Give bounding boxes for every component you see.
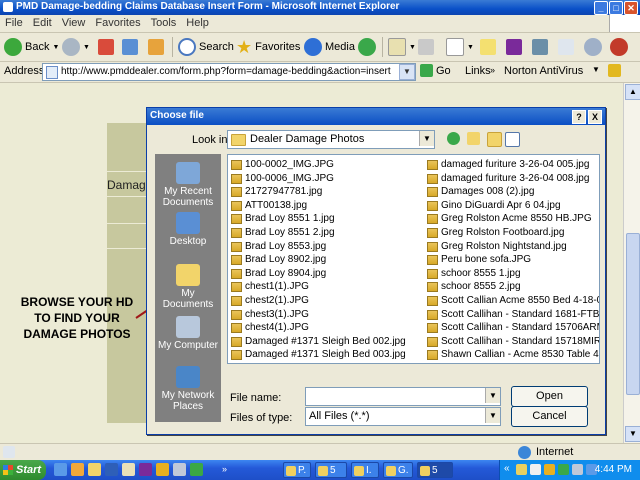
up-folder-icon[interactable] bbox=[467, 132, 480, 145]
back-folder-icon[interactable] bbox=[447, 132, 460, 145]
taskbar-item-5[interactable]: 5 bbox=[417, 462, 453, 478]
ie-quicklaunch-icon[interactable] bbox=[54, 463, 67, 476]
taskbar-item-4[interactable]: G. bbox=[383, 462, 413, 478]
file-item[interactable]: 100-0002_IMG.JPG bbox=[231, 158, 406, 172]
dialog-close-button[interactable]: X bbox=[588, 110, 602, 124]
place-desktop[interactable]: Desktop bbox=[155, 212, 221, 247]
page-status-icon bbox=[3, 446, 15, 458]
tray-icon-3[interactable] bbox=[544, 464, 555, 475]
my-documents-icon bbox=[176, 264, 200, 286]
file-item[interactable]: Brad Loy 8904.jpg bbox=[231, 267, 406, 281]
place-my-network-places[interactable]: My Network Places bbox=[155, 366, 221, 412]
file-item[interactable]: schoor 8555 2.jpg bbox=[427, 280, 599, 294]
file-item[interactable]: Scott Callian Acme 8550 Bed 4-18-04. bbox=[427, 294, 599, 308]
taskbar-item-1[interactable]: P. bbox=[283, 462, 311, 478]
file-item[interactable]: 100-0006_IMG.JPG bbox=[231, 172, 406, 186]
file-type-dropdown-button[interactable]: ▼ bbox=[485, 408, 500, 423]
taskbar-item-2[interactable]: 5 bbox=[315, 462, 347, 478]
mail-quicklaunch-icon[interactable] bbox=[122, 463, 135, 476]
quick-launch bbox=[54, 463, 203, 476]
file-item[interactable]: Scott Callihan - Standard 15718MIRR bbox=[427, 335, 599, 349]
open-button[interactable]: Open bbox=[511, 386, 588, 407]
file-name-label: File name: bbox=[230, 392, 282, 404]
file-item[interactable]: Greg Rolston Footboard.jpg bbox=[427, 226, 599, 240]
outlook-quicklaunch-icon[interactable] bbox=[71, 463, 84, 476]
zone-label: Internet bbox=[536, 446, 574, 458]
taskbar: Start » P. 5 I. G. 5 « 4:44 PM bbox=[0, 460, 640, 480]
help-button[interactable]: ? bbox=[572, 110, 586, 124]
file-item[interactable]: ATT00138.jpg bbox=[231, 199, 406, 213]
file-item[interactable]: damaged furiture 3-26-04 005.jpg bbox=[427, 158, 599, 172]
network-places-icon bbox=[176, 366, 200, 388]
tray-icon-5[interactable] bbox=[572, 464, 583, 475]
file-item[interactable]: damaged furiture 3-26-04 008.jpg bbox=[427, 172, 599, 186]
status-bar: Internet bbox=[0, 443, 640, 461]
folder-icon bbox=[231, 134, 246, 146]
file-item[interactable]: Scott Callihan - Standard 1681-FTBD. bbox=[427, 308, 599, 322]
look-in-label: Look in: bbox=[192, 134, 231, 146]
places-bar: My Recent Documents Desktop My Documents… bbox=[155, 154, 221, 422]
file-item[interactable]: Brad Loy 8902.jpg bbox=[231, 253, 406, 267]
messenger-quicklaunch-icon[interactable] bbox=[156, 463, 169, 476]
desktop-quicklaunch-icon[interactable] bbox=[173, 463, 186, 476]
tray-icon-4[interactable] bbox=[558, 464, 569, 475]
file-item[interactable]: Peru bone sofa.JPG bbox=[427, 253, 599, 267]
file-item[interactable]: Damaged #1371 Sleigh Bed 003.jpg bbox=[231, 348, 406, 362]
file-item[interactable]: Shawn Callian - Acme 8530 Table 4-24 bbox=[427, 348, 599, 362]
tray-icon-2[interactable] bbox=[530, 464, 541, 475]
file-item[interactable]: Gino DiGuardi Apr 6 04.jpg bbox=[427, 199, 599, 213]
internet-zone-icon bbox=[518, 446, 531, 459]
dialog-titlebar: Choose file ? X bbox=[147, 108, 605, 125]
file-type-label: Files of type: bbox=[230, 412, 293, 424]
app-quicklaunch-icon[interactable] bbox=[190, 463, 203, 476]
taskbar-item-3[interactable]: I. bbox=[351, 462, 379, 478]
file-item[interactable]: chest1(1).JPG bbox=[231, 280, 406, 294]
system-tray: « 4:44 PM bbox=[499, 460, 640, 480]
file-item[interactable]: Greg Rolston Acme 8550 HB.JPG bbox=[427, 212, 599, 226]
file-item[interactable]: Damages 008 (2).jpg bbox=[427, 185, 599, 199]
choose-file-dialog: Choose file ? X Look in: Dealer Damage P… bbox=[146, 107, 606, 435]
tray-expand-button[interactable]: « bbox=[504, 463, 510, 474]
file-item[interactable]: Brad Loy 8551 1.jpg bbox=[231, 212, 406, 226]
file-item[interactable]: 21727947781.jpg bbox=[231, 185, 406, 199]
tray-icon-1[interactable] bbox=[516, 464, 527, 475]
word-quicklaunch-icon[interactable] bbox=[105, 463, 118, 476]
recent-documents-icon bbox=[176, 162, 200, 184]
file-name-input[interactable]: ▼ bbox=[305, 387, 501, 406]
file-item[interactable]: Brad Loy 8553.jpg bbox=[231, 240, 406, 254]
file-item[interactable]: chest4(1).JPG bbox=[231, 321, 406, 335]
desktop-icon bbox=[176, 212, 200, 234]
file-item[interactable]: Greg Rolston Nightstand.jpg bbox=[427, 240, 599, 254]
file-type-select[interactable]: All Files (*.*) ▼ bbox=[305, 407, 501, 426]
look-in-dropdown-button[interactable]: ▼ bbox=[419, 131, 434, 146]
my-computer-icon bbox=[176, 316, 200, 338]
file-item[interactable]: Damaged #1371 Sleigh Bed 002.jpg bbox=[231, 335, 406, 349]
place-recent-documents[interactable]: My Recent Documents bbox=[155, 162, 221, 208]
yahoo-quicklaunch-icon[interactable] bbox=[139, 463, 152, 476]
file-item[interactable]: chest3(1).JPG bbox=[231, 308, 406, 322]
file-item[interactable]: Brad Loy 8551 2.jpg bbox=[231, 226, 406, 240]
clock: 4:44 PM bbox=[594, 464, 632, 475]
file-item[interactable]: chest2(1).JPG bbox=[231, 294, 406, 308]
file-item[interactable]: schoor 8555 1.jpg bbox=[427, 267, 599, 281]
place-my-documents[interactable]: My Documents bbox=[155, 264, 221, 310]
new-folder-icon[interactable] bbox=[487, 132, 502, 147]
view-menu-icon[interactable] bbox=[505, 132, 520, 147]
start-button[interactable]: Start bbox=[0, 460, 46, 480]
place-my-computer[interactable]: My Computer bbox=[155, 316, 221, 351]
look-in-select[interactable]: Dealer Damage Photos ▼ bbox=[227, 130, 435, 149]
file-name-dropdown-button[interactable]: ▼ bbox=[485, 388, 500, 403]
folder-quicklaunch-icon[interactable] bbox=[88, 463, 101, 476]
file-item[interactable]: Scott Callihan - Standard 15706ARM. bbox=[427, 321, 599, 335]
cancel-button[interactable]: Cancel bbox=[511, 406, 588, 427]
file-list[interactable]: 100-0002_IMG.JPG 100-0006_IMG.JPG 21727947… bbox=[227, 154, 600, 364]
dialog-title: Choose file bbox=[150, 110, 204, 121]
